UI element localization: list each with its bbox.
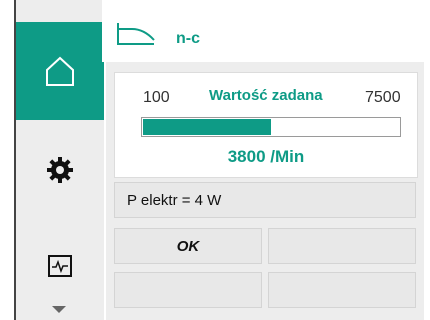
range-min-label: 100 — [143, 89, 170, 106]
page-title: n-c — [176, 30, 200, 47]
scroll-down-arrow-icon[interactable] — [52, 306, 66, 313]
sidebar-item-home[interactable] — [16, 22, 104, 120]
softkey-empty-2[interactable] — [114, 272, 262, 308]
sidebar-item-settings[interactable] — [16, 126, 104, 214]
setpoint-value: 3800 /Min — [227, 147, 305, 166]
gear-icon — [47, 157, 73, 183]
control-curve-icon — [117, 23, 155, 45]
sidebar — [14, 0, 104, 320]
power-reading: P elektr = 4 W — [127, 192, 222, 209]
softkey-empty-3[interactable] — [268, 272, 416, 308]
setpoint-bar[interactable] — [141, 117, 401, 137]
power-info-row: P elektr = 4 W — [114, 182, 416, 218]
setpoint-label: Wartość zadana — [209, 87, 323, 104]
sidebar-item-diagnostics[interactable] — [16, 222, 104, 310]
setpoint-bar-fill — [143, 119, 271, 135]
main-area: 100 Wartość zadana 7500 3800 /Min P elek… — [106, 62, 424, 320]
home-icon — [46, 56, 74, 86]
pulse-monitor-icon — [48, 255, 72, 277]
device-frame — [0, 0, 14, 320]
range-max-label: 7500 — [365, 89, 401, 106]
softkey-empty-1[interactable] — [268, 228, 416, 264]
header: n-c — [102, 0, 430, 62]
setpoint-panel[interactable]: 100 Wartość zadana 7500 3800 /Min — [114, 72, 418, 178]
ok-button[interactable]: OK — [114, 228, 262, 264]
